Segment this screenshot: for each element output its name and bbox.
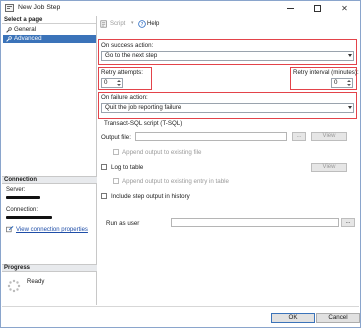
script-dropdown-icon[interactable]: ▾ (131, 20, 134, 26)
chevron-down-icon (348, 54, 352, 57)
page-item-advanced[interactable]: Advanced (3, 35, 96, 43)
minimize-icon (287, 8, 294, 9)
on-failure-value: Quit the job reporting failure (105, 104, 182, 111)
on-success-value: Go to the next step (105, 52, 158, 59)
view-connection-properties-link[interactable]: View connection properties (16, 227, 88, 233)
title-bar: New Job Step ✕ (1, 1, 360, 16)
log-to-table-checkbox[interactable] (101, 164, 107, 170)
append-output-file-checkbox[interactable] (113, 149, 119, 155)
tsql-section-label: Transact-SQL script (T-SQL) (104, 120, 183, 127)
output-file-view-button[interactable]: View (311, 132, 347, 141)
connection-header: Connection (2, 176, 97, 184)
cancel-button[interactable]: Cancel (316, 313, 360, 323)
help-button[interactable]: Help (147, 21, 159, 27)
include-history-label: Include step output in history (111, 193, 190, 200)
server-label: Server: (6, 187, 26, 193)
run-as-user-label: Run as user (106, 220, 140, 227)
svg-text:?: ? (141, 22, 144, 28)
append-output-table-checkbox[interactable] (113, 178, 119, 184)
log-to-table-label: Log to table (111, 164, 144, 171)
page-item-label: Advanced (14, 35, 42, 42)
connection-label: Connection: (6, 207, 39, 213)
retry-interval-label: Retry interval (minutes): (293, 69, 359, 76)
on-success-label: On success action: (101, 42, 154, 49)
page-item-label: General (14, 26, 37, 33)
chevron-down-icon (348, 106, 352, 109)
close-icon: ✕ (341, 4, 348, 13)
page-item-general[interactable]: General (3, 26, 96, 34)
server-value-redacted (6, 196, 40, 199)
output-file-input[interactable] (135, 132, 287, 141)
window-icon (5, 4, 14, 12)
script-button[interactable]: Script (110, 21, 125, 27)
on-failure-label: On failure action: (101, 94, 148, 101)
left-pane: Select a page General Advanced Connectio… (2, 16, 97, 305)
output-file-label: Output file: (101, 134, 131, 141)
new-job-step-window: New Job Step ✕ Select a page General Adv… (0, 0, 361, 328)
on-failure-select[interactable]: Quit the job reporting failure (101, 103, 354, 113)
append-output-file-label: Append output to existing file (122, 149, 202, 156)
script-icon[interactable] (100, 20, 108, 28)
stepper-up-icon[interactable] (347, 80, 351, 82)
retry-attempts-label: Retry attempts: (101, 69, 143, 76)
progress-status: Ready (27, 279, 45, 285)
retry-interval-stepper[interactable]: 0 (331, 78, 353, 88)
run-as-user-input[interactable] (171, 218, 339, 227)
progress-header: Progress (2, 264, 97, 272)
maximize-button[interactable] (304, 1, 331, 16)
minimize-button[interactable] (277, 1, 304, 16)
maximize-icon (314, 5, 321, 12)
retry-attempts-value: 0 (104, 79, 108, 86)
on-success-select[interactable]: Go to the next step (101, 51, 354, 61)
retry-attempts-stepper[interactable]: 0 (101, 78, 123, 88)
stepper-up-icon[interactable] (117, 80, 121, 82)
stepper-down-icon[interactable] (117, 84, 121, 86)
wrench-icon (6, 36, 12, 42)
output-file-browse-button[interactable]: ... (292, 132, 306, 141)
help-icon[interactable]: ? (138, 20, 146, 28)
append-output-table-label: Append output to existing entry in table (122, 178, 229, 185)
retry-interval-value: 0 (334, 79, 338, 86)
view-properties-icon (6, 226, 14, 233)
close-button[interactable]: ✕ (331, 1, 358, 16)
include-history-checkbox[interactable] (101, 193, 107, 199)
footer-separator (2, 306, 359, 307)
window-title: New Job Step (18, 4, 61, 11)
wrench-icon (6, 27, 12, 33)
progress-spinner-icon (7, 279, 21, 293)
ok-button[interactable]: OK (271, 313, 315, 323)
select-page-header: Select a page (2, 16, 96, 24)
stepper-down-icon[interactable] (347, 84, 351, 86)
log-table-view-button[interactable]: View (311, 163, 347, 172)
connection-value-redacted (6, 216, 52, 219)
run-as-user-browse-button[interactable]: ... (341, 218, 355, 227)
